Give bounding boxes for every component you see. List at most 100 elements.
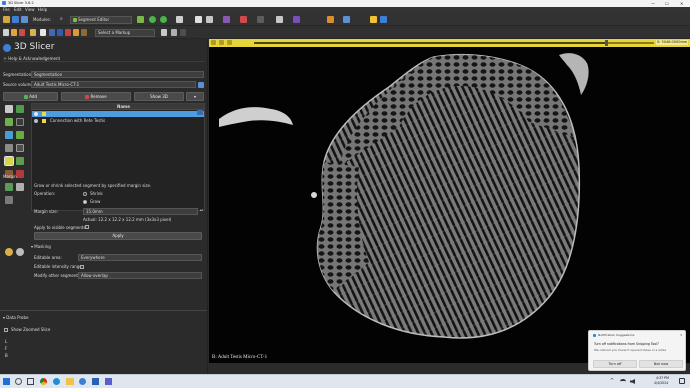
- show-3d-menu-button[interactable]: ▾: [186, 92, 204, 101]
- link-icon[interactable]: [219, 40, 224, 45]
- plane-icon[interactable]: [73, 29, 79, 36]
- turn-off-button[interactable]: Turn off: [593, 360, 637, 368]
- margin-effect-icon[interactable]: [4, 156, 14, 166]
- undo-icon[interactable]: [5, 248, 13, 256]
- slicer-taskbar-icon[interactable]: [79, 378, 86, 385]
- maximize-button[interactable]: ☐: [665, 0, 669, 7]
- mask-volume-effect-icon[interactable]: [5, 196, 13, 204]
- window-level-mode-icon[interactable]: [11, 29, 17, 36]
- python-console-icon[interactable]: [176, 16, 183, 23]
- done-place-icon[interactable]: [180, 29, 186, 36]
- app-store-icon[interactable]: [380, 16, 387, 23]
- threshold-effect-icon[interactable]: [16, 144, 24, 152]
- logical-operators-effect-icon[interactable]: [16, 183, 24, 191]
- draw-effect-icon[interactable]: [5, 118, 13, 126]
- level-tracing-effect-icon[interactable]: [5, 131, 13, 139]
- minimize-button[interactable]: —: [651, 0, 655, 7]
- slice-viewer[interactable]: S: 5046.0000mm B: Adult Testis Micro-CT-…: [209, 39, 690, 363]
- masking-section[interactable]: ▾ Masking: [31, 244, 51, 250]
- data-probe-section[interactable]: ▾ Data Probe: [3, 315, 28, 321]
- measure-line-icon[interactable]: [49, 29, 55, 36]
- markup-selector[interactable]: Select a Markup: [95, 29, 155, 37]
- back-arrow-icon[interactable]: [149, 16, 156, 23]
- segment-edit-pencil-icon[interactable]: [197, 110, 203, 115]
- slice-offset-slider[interactable]: [254, 40, 654, 46]
- search-taskbar-icon[interactable]: [15, 378, 22, 385]
- wifi-icon[interactable]: [620, 379, 626, 384]
- save-icon[interactable]: [21, 16, 28, 23]
- apply-visible-checkbox[interactable]: [85, 225, 89, 229]
- tray-chevron-icon[interactable]: ^: [610, 378, 614, 384]
- chrome-icon[interactable]: [40, 378, 47, 385]
- source-volume-selector[interactable]: Adult Testis Micro-CT-1: [31, 81, 196, 88]
- segment-color-swatch[interactable]: [42, 119, 46, 123]
- intensity-range-checkbox[interactable]: [80, 265, 84, 269]
- add-segment-button[interactable]: Add: [3, 92, 58, 101]
- module-list-icon[interactable]: [137, 16, 144, 23]
- puzzle-icon[interactable]: [343, 16, 350, 23]
- paint-effect-icon[interactable]: [16, 105, 24, 113]
- grow-from-seeds-effect-icon[interactable]: [16, 131, 24, 139]
- volume-icon[interactable]: [630, 379, 635, 384]
- close-button[interactable]: ✕: [680, 0, 683, 7]
- view-3d-icon[interactable]: [223, 16, 230, 23]
- start-icon[interactable]: [3, 378, 10, 385]
- visibility-eye-icon[interactable]: [34, 119, 38, 123]
- crosshair-icon[interactable]: [240, 16, 247, 23]
- remove-segment-button[interactable]: Remove: [61, 92, 131, 101]
- scissors-effect-icon[interactable]: [16, 170, 24, 178]
- search-icon[interactable]: ⌕: [60, 16, 66, 23]
- layout-menu-icon[interactable]: [206, 16, 213, 23]
- layout-icon[interactable]: [195, 16, 202, 23]
- curve-icon[interactable]: [65, 29, 71, 36]
- angle-icon[interactable]: [57, 29, 63, 36]
- shrink-radio[interactable]: [83, 192, 87, 196]
- erase-effect-icon[interactable]: [16, 118, 24, 126]
- pin-icon[interactable]: [211, 40, 216, 45]
- taskbar-date[interactable]: 4/4/2024: [654, 381, 668, 386]
- python-icon[interactable]: [370, 16, 377, 23]
- not-now-button[interactable]: Not now: [639, 360, 683, 368]
- slice-offset-value[interactable]: S: 5046.0000mm: [656, 40, 689, 45]
- dcm-icon[interactable]: [12, 16, 19, 23]
- edge-icon[interactable]: [53, 378, 60, 385]
- segment-color-swatch[interactable]: [42, 112, 46, 116]
- visibility-eye-icon[interactable]: [34, 112, 38, 116]
- file-explorer-icon[interactable]: [66, 378, 74, 385]
- margin-size-spin[interactable]: ▴▾: [200, 208, 203, 213]
- help-section[interactable]: ＋ Help & Acknowledgement: [3, 56, 205, 62]
- fill-between-slices-effect-icon[interactable]: [5, 144, 13, 152]
- persistent-place-icon[interactable]: [161, 29, 167, 36]
- view-options-icon[interactable]: [227, 40, 232, 45]
- islands-effect-icon[interactable]: [5, 183, 13, 191]
- forward-arrow-icon[interactable]: [160, 16, 167, 23]
- notification-center-icon[interactable]: [679, 378, 685, 384]
- slice-slider-handle[interactable]: [605, 40, 608, 46]
- ruler-icon[interactable]: [276, 16, 283, 23]
- window-level-icon[interactable]: [257, 16, 264, 23]
- place-icon[interactable]: [40, 29, 46, 36]
- modify-other-selector[interactable]: Allow overlap: [78, 272, 202, 279]
- task-view-icon[interactable]: [27, 378, 34, 385]
- volume-settings-icon[interactable]: [198, 82, 204, 88]
- segmentation-selector[interactable]: Segmentation: [31, 71, 204, 78]
- segment-row[interactable]: [32, 111, 204, 117]
- segment-name[interactable]: Connection with Rete Testis: [50, 118, 105, 124]
- grow-radio[interactable]: [83, 200, 87, 204]
- module-selector[interactable]: Segment Editor: [70, 16, 132, 24]
- word-icon[interactable]: [92, 378, 99, 385]
- data-icon[interactable]: [3, 16, 10, 23]
- notification-toast[interactable]: Notification Suggestions ✕ Turn off noti…: [588, 330, 686, 371]
- slice-intersection-icon[interactable]: [30, 29, 36, 36]
- editable-area-selector[interactable]: Everywhere: [78, 254, 202, 261]
- redo-icon[interactable]: [16, 248, 24, 256]
- apply-button[interactable]: Apply: [34, 232, 202, 240]
- roi-icon[interactable]: [81, 29, 87, 36]
- show-zoomed-checkbox[interactable]: [4, 328, 8, 332]
- segment-row[interactable]: Connection with Rete Testis: [32, 118, 204, 124]
- show-3d-button[interactable]: Show 3D: [134, 92, 184, 101]
- mouse-mode-icon[interactable]: [3, 29, 9, 36]
- crosshair-mode-icon[interactable]: [19, 29, 25, 36]
- margin-size-input[interactable]: 15.0mm: [83, 208, 198, 215]
- markup-point-icon[interactable]: [293, 16, 300, 23]
